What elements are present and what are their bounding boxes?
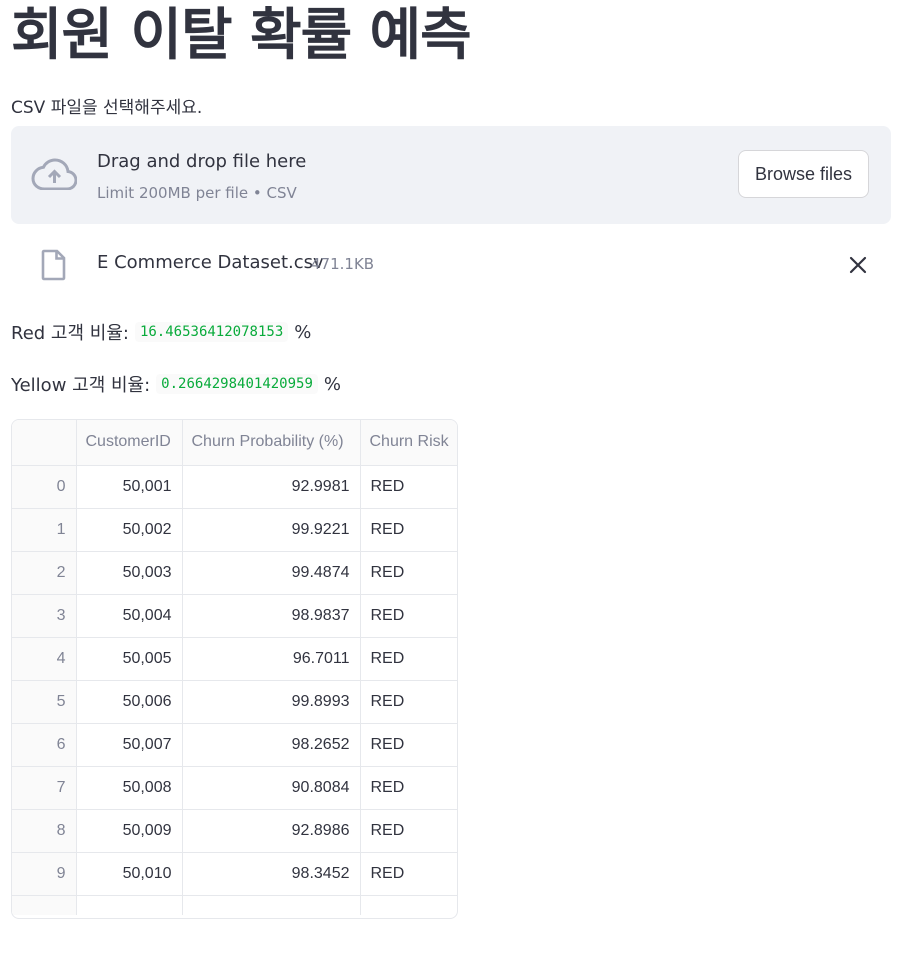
churn-probability-cell (182, 895, 361, 915)
row-index: 2 (12, 551, 77, 595)
red-ratio-unit: % (294, 321, 312, 343)
churn-table[interactable]: CustomerID Churn Probability (%) Churn R… (11, 419, 458, 919)
file-icon (41, 249, 66, 281)
customer-id-cell[interactable]: 50,009 (76, 809, 183, 853)
churn-risk-cell[interactable]: RED (360, 766, 457, 810)
table-row: 6 50,007 98.2652 RED (12, 723, 457, 767)
customer-id-cell[interactable]: 50,001 (76, 465, 183, 509)
churn-probability-cell[interactable]: 99.4874 (182, 551, 361, 595)
index-column-header[interactable] (12, 420, 77, 466)
row-index: 7 (12, 766, 77, 810)
uploader-label: CSV 파일을 선택해주세요. (11, 98, 203, 118)
yellow-ratio-value: 0.2664298401420959 (156, 374, 318, 394)
yellow-ratio-unit: % (323, 373, 341, 395)
table-row: 7 50,008 90.8084 RED (12, 766, 457, 810)
churn-risk-cell[interactable]: RED (360, 551, 457, 595)
uploaded-file-row: E Commerce Dataset.csv 471.1KB (11, 240, 891, 288)
table-row: 2 50,003 99.4874 RED (12, 551, 457, 595)
row-index: 9 (12, 852, 77, 896)
yellow-ratio-label: Yellow 고객 비율: (11, 375, 151, 396)
customer-id-cell[interactable]: 50,006 (76, 680, 183, 724)
row-index: 5 (12, 680, 77, 724)
table-row: 5 50,006 99.8993 RED (12, 680, 457, 724)
churn-risk-cell[interactable]: RED (360, 723, 457, 767)
customer-id-cell[interactable]: 50,004 (76, 594, 183, 638)
uploaded-file-size: 471.1KB (311, 255, 375, 273)
customer-id-cell[interactable]: 50,002 (76, 508, 183, 552)
row-index: 1 (12, 508, 77, 552)
row-index: 0 (12, 465, 77, 509)
browse-files-button[interactable]: Browse files (738, 150, 869, 198)
churn-probability-cell[interactable]: 92.9981 (182, 465, 361, 509)
churn-probability-cell[interactable]: 98.9837 (182, 594, 361, 638)
churn-probability-cell[interactable]: 98.2652 (182, 723, 361, 767)
row-index: 3 (12, 594, 77, 638)
row-index: 8 (12, 809, 77, 853)
churn-probability-cell[interactable]: 90.8084 (182, 766, 361, 810)
row-index: 6 (12, 723, 77, 767)
customer-id-column-header[interactable]: CustomerID (76, 420, 183, 466)
file-dropzone[interactable]: Drag and drop file here Limit 200MB per … (11, 126, 891, 224)
row-index: 4 (12, 637, 77, 681)
churn-probability-cell[interactable]: 99.8993 (182, 680, 361, 724)
customer-id-cell[interactable]: 50,005 (76, 637, 183, 681)
table-row: 1 50,002 99.9221 RED (12, 508, 457, 552)
app-page: 회원 이탈 확률 예측 CSV 파일을 선택해주세요. Drag and dro… (0, 0, 902, 958)
churn-risk-cell[interactable]: RED (360, 508, 457, 552)
red-ratio-line: Red 고객 비율: 16.46536412078153 % (11, 319, 311, 345)
churn-risk-cell[interactable]: RED (360, 465, 457, 509)
cloud-upload-icon (31, 158, 77, 190)
uploaded-file-name: E Commerce Dataset.csv (97, 252, 324, 273)
churn-risk-column-header[interactable]: Churn Risk (360, 420, 457, 466)
churn-probability-cell[interactable]: 98.3452 (182, 852, 361, 896)
churn-risk-cell[interactable]: RED (360, 809, 457, 853)
drop-instructions: Drag and drop file here (97, 151, 307, 172)
row-index (12, 895, 77, 915)
yellow-ratio-line: Yellow 고객 비율: 0.2664298401420959 % (11, 371, 341, 397)
customer-id-cell[interactable]: 50,007 (76, 723, 183, 767)
upload-limit-text: Limit 200MB per file • CSV (97, 184, 297, 202)
table-row: 8 50,009 92.8986 RED (12, 809, 457, 853)
table-row: 3 50,004 98.9837 RED (12, 594, 457, 638)
customer-id-cell[interactable]: 50,008 (76, 766, 183, 810)
churn-probability-column-header[interactable]: Churn Probability (%) (182, 420, 361, 466)
table-row: 9 50,010 98.3452 RED (12, 852, 457, 896)
page-title: 회원 이탈 확률 예측 (11, 3, 472, 68)
customer-id-cell[interactable]: 50,010 (76, 852, 183, 896)
red-ratio-value: 16.46536412078153 (134, 322, 289, 342)
churn-risk-cell[interactable]: RED (360, 637, 457, 681)
churn-probability-cell[interactable]: 92.8986 (182, 809, 361, 853)
table-row-partial (12, 895, 457, 915)
churn-risk-cell[interactable]: RED (360, 594, 457, 638)
table-row: 0 50,001 92.9981 RED (12, 465, 457, 509)
churn-probability-cell[interactable]: 96.7011 (182, 637, 361, 681)
close-icon[interactable] (847, 254, 869, 276)
churn-probability-cell[interactable]: 99.9221 (182, 508, 361, 552)
churn-risk-cell[interactable]: RED (360, 852, 457, 896)
table-header-row: CustomerID Churn Probability (%) Churn R… (12, 420, 457, 466)
red-ratio-label: Red 고객 비율: (11, 323, 129, 344)
customer-id-cell[interactable]: 50,003 (76, 551, 183, 595)
table-row: 4 50,005 96.7011 RED (12, 637, 457, 681)
customer-id-cell (76, 895, 183, 915)
churn-risk-cell[interactable]: RED (360, 680, 457, 724)
churn-risk-cell (360, 895, 457, 915)
